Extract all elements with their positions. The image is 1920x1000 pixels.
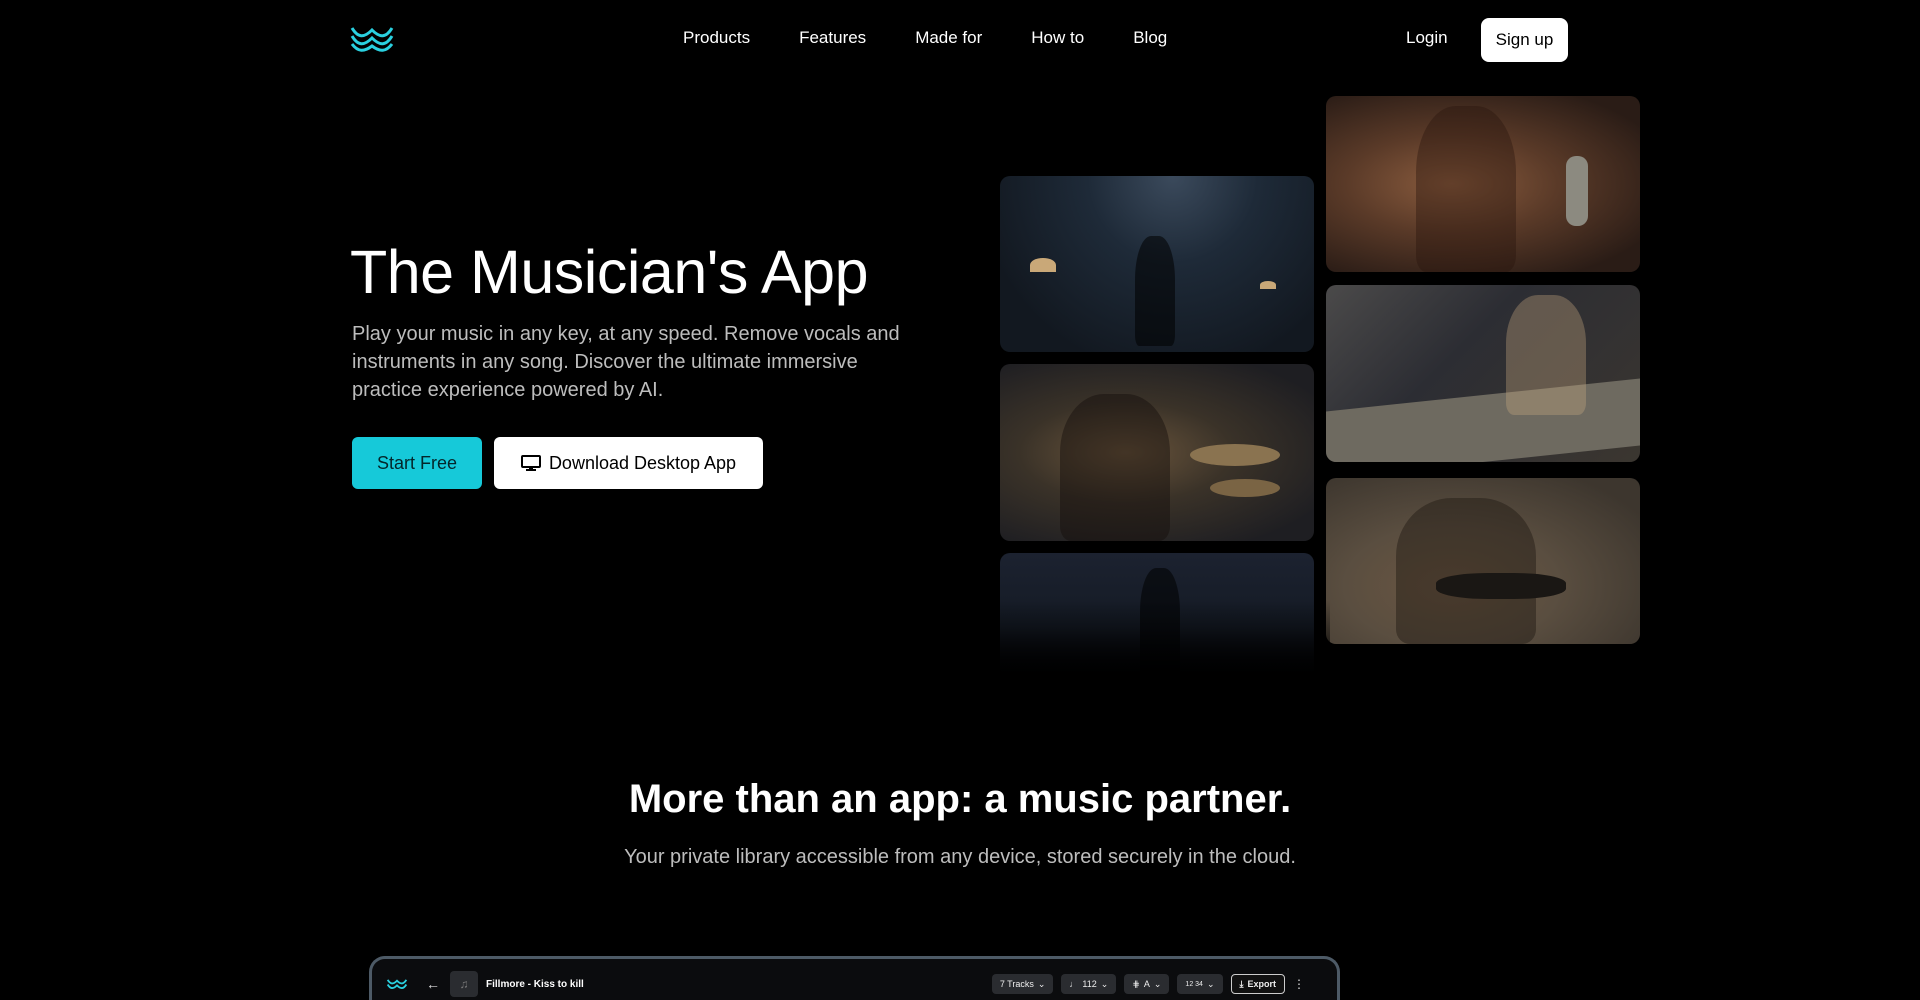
photo-vocalist-mic [1326, 96, 1640, 272]
app-preview-device: ← ♫ Fillmore - Kiss to kill 7 Tracks ⌄ ♩ 1… [369, 956, 1340, 1000]
metronome-icon: ♩ [1069, 979, 1079, 989]
nav-link-features[interactable]: Features [799, 27, 866, 49]
tuning-icon: ⋕ [1132, 978, 1140, 989]
song-title: Fillmore - Kiss to kill [486, 978, 584, 990]
top-nav: Products Features Made for How to Blog L… [0, 0, 1920, 78]
nav-links: Products Features Made for How to Blog [683, 27, 1216, 49]
photo-fade [990, 600, 1330, 690]
music-note-icon: ♫ [450, 971, 478, 997]
hero-subtitle: Play your music in any key, at any speed… [352, 323, 900, 401]
section-title: More than an app: a music partner. [628, 777, 1292, 821]
hero-title: The Musician's App [350, 238, 869, 306]
section-subtitle: Your private library accessible from any… [624, 846, 1296, 868]
app-toolbar-controls: 7 Tracks ⌄ ♩ 112 ⌄ ⋕ A ⌄ 12 34 ⌄ ⤓ Export ⋮ [991, 971, 1305, 997]
photo-singer-stage [1000, 176, 1314, 352]
download-desktop-label: Download Desktop App [548, 452, 737, 473]
nav-link-made-for[interactable]: Made for [915, 27, 982, 49]
app-toolbar: ← ♫ Fillmore - Kiss to kill 7 Tracks ⌄ ♩ 1… [382, 971, 1327, 997]
photo-guitarist-studio [1326, 478, 1640, 644]
more-options-icon[interactable]: ⋮ [1293, 977, 1305, 991]
download-icon: ⤓ [1239, 978, 1244, 989]
wave-logo-icon[interactable] [350, 24, 394, 54]
page: Products Features Made for How to Blog L… [0, 0, 1920, 1000]
export-button[interactable]: ⤓ Export [1230, 974, 1285, 994]
signup-button[interactable]: Sign up [1481, 18, 1568, 62]
photo-drummer [1000, 364, 1314, 541]
download-desktop-button[interactable]: Download Desktop App [494, 437, 763, 489]
tempo-dropdown[interactable]: ♩ 112 ⌄ [1061, 974, 1117, 994]
nav-link-products[interactable]: Products [683, 27, 750, 49]
meter-dropdown[interactable]: 12 34 ⌄ [1177, 974, 1223, 994]
login-link[interactable]: Login [1406, 27, 1448, 49]
photo-producer-console [1326, 285, 1640, 462]
monitor-icon [520, 455, 541, 471]
tracks-dropdown[interactable]: 7 Tracks ⌄ [991, 974, 1054, 994]
nav-link-blog[interactable]: Blog [1133, 27, 1167, 49]
start-free-button[interactable]: Start Free [352, 437, 482, 489]
key-dropdown[interactable]: ⋕ A ⌄ [1124, 974, 1170, 994]
wave-logo-icon [386, 979, 408, 990]
nav-link-how-to[interactable]: How to [1031, 27, 1084, 49]
back-arrow-icon[interactable]: ← [426, 976, 440, 992]
